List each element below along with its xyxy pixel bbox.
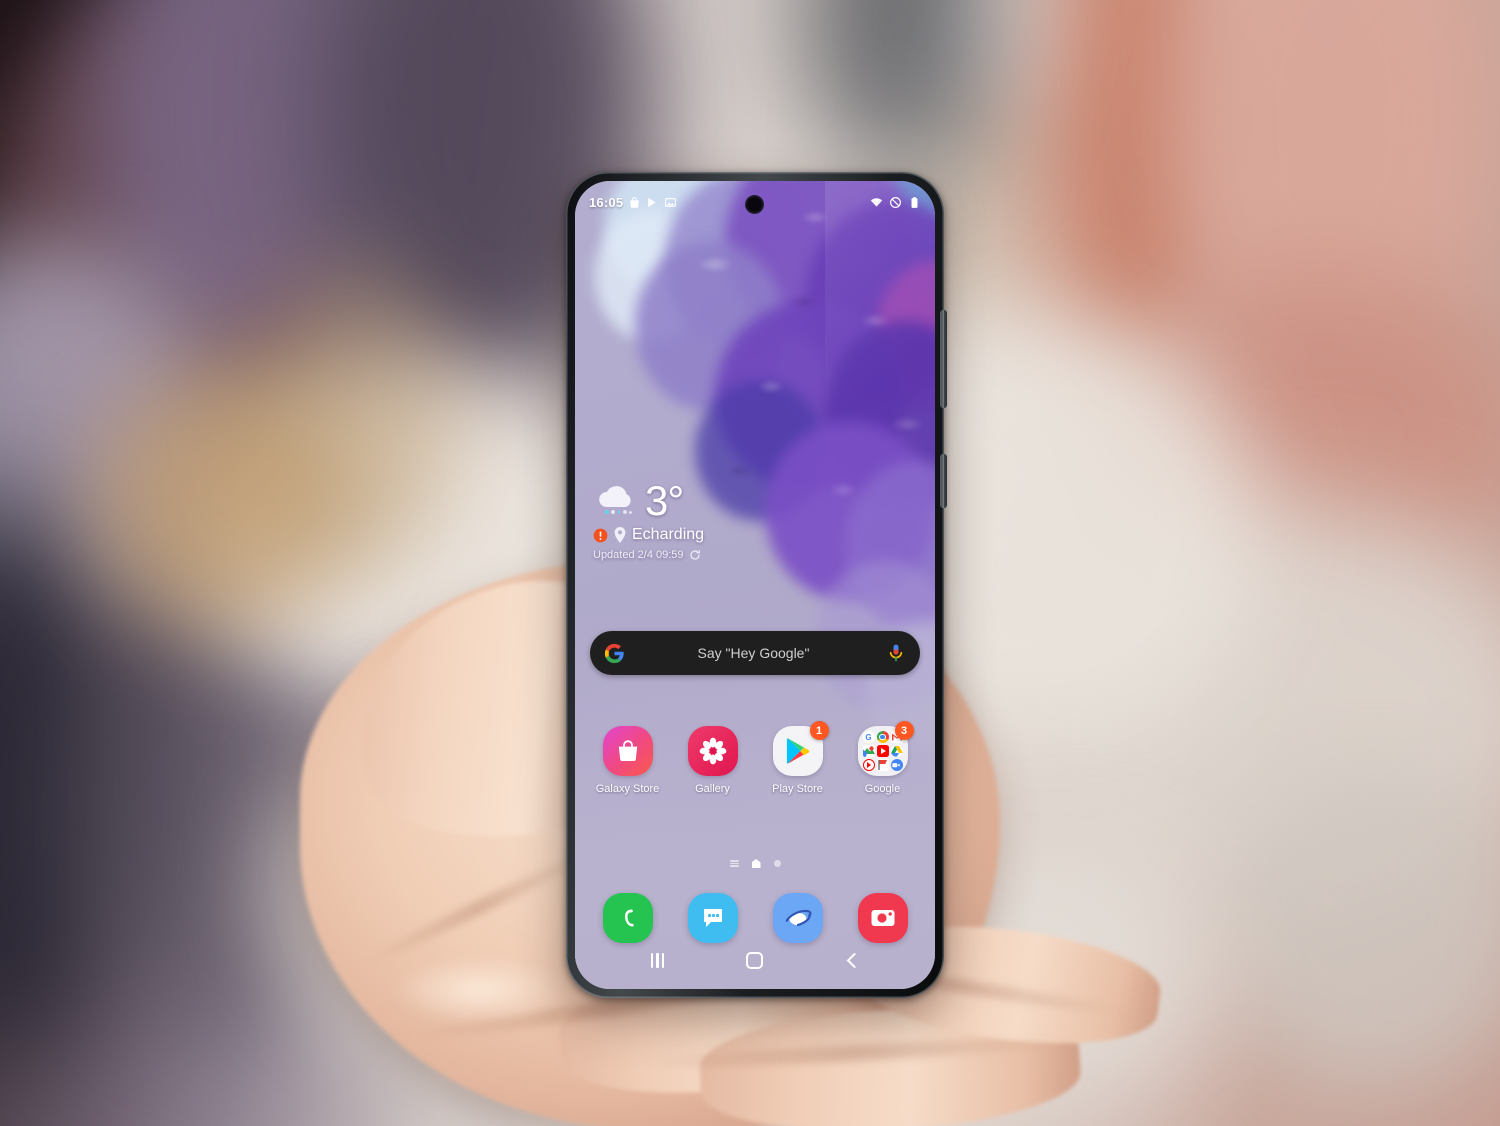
mute-icon — [890, 196, 901, 208]
app-gallery[interactable]: Gallery — [676, 726, 750, 795]
app-google-folder[interactable]: 3 G Google — [846, 721, 920, 795]
app-galaxy-store[interactable]: Galaxy Store — [591, 726, 665, 795]
dock-row — [585, 893, 925, 943]
weather-updated-text: Updated 2/4 09:59 — [593, 549, 684, 561]
mini-icon-chrome — [876, 731, 889, 743]
mini-icon-duo — [890, 759, 903, 771]
home-button[interactable] — [735, 947, 775, 973]
mini-icon-youtube — [876, 745, 889, 757]
smartphone-device: 16:05 3° Echarding Updated 2/4 09:59 Say… — [566, 172, 947, 998]
app-label: Galaxy Store — [595, 783, 660, 795]
dock-messages-app[interactable] — [687, 893, 738, 943]
power-button[interactable] — [940, 454, 947, 508]
status-bar-right — [870, 196, 921, 209]
search-hint-text: Say "Hey Google" — [697, 645, 810, 661]
back-button[interactable] — [832, 947, 872, 973]
refresh-icon[interactable] — [689, 549, 701, 561]
galaxy-store-notification-icon — [630, 196, 640, 208]
microphone-icon[interactable] — [886, 643, 906, 663]
google-search-bar[interactable]: Say "Hey Google" — [590, 631, 920, 675]
app-label: Play Store — [772, 783, 823, 795]
weather-updated-row: Updated 2/4 09:59 — [593, 549, 704, 561]
page-dot-apps-icon[interactable] — [729, 860, 739, 867]
mini-icon-youtube-music — [862, 759, 875, 771]
recents-icon — [651, 952, 665, 968]
status-bar: 16:05 — [575, 191, 935, 213]
weather-widget[interactable]: 3° Echarding Updated 2/4 09:59 — [593, 477, 704, 561]
home-icon — [746, 951, 764, 969]
cloud-rain-icon — [599, 486, 632, 514]
dock-camera-app[interactable] — [857, 893, 908, 943]
page-dot[interactable] — [773, 860, 781, 867]
weather-location-row: Echarding — [593, 526, 704, 544]
location-pin-icon — [614, 527, 626, 543]
back-icon — [846, 952, 863, 968]
status-bar-left: 16:05 — [589, 195, 677, 210]
knuckle-highlight — [390, 955, 570, 1025]
camera-icon — [871, 910, 894, 926]
mini-icon-google-search: G — [862, 731, 875, 743]
dock-internet-app[interactable] — [772, 893, 823, 943]
app-label: Google — [864, 783, 901, 795]
notification-badge: 1 — [809, 721, 829, 740]
mini-icon-play-movies — [876, 759, 889, 771]
weather-temperature: 3° — [645, 477, 684, 525]
weather-main-row: 3° — [593, 477, 704, 525]
navigation-bar — [575, 943, 935, 977]
recents-button[interactable] — [638, 947, 678, 973]
page-indicator[interactable] — [575, 859, 935, 868]
volume-rocker-button[interactable] — [940, 310, 947, 408]
mini-icon-drive — [890, 745, 903, 757]
home-page-icon[interactable] — [751, 859, 761, 868]
play-store-notification-icon — [648, 197, 656, 207]
messages-icon — [703, 909, 722, 927]
mini-icon-maps — [862, 745, 875, 757]
google-g-icon — [604, 643, 624, 663]
app-play-store[interactable]: 1 Play Store — [761, 721, 835, 795]
phone-screen[interactable]: 16:05 3° Echarding Updated 2/4 09:59 Say… — [575, 181, 935, 989]
status-bar-clock: 16:05 — [589, 194, 624, 210]
app-grid-row: Galaxy Store Gallery 1 Play Store 3 G Go… — [585, 721, 925, 795]
app-label: Gallery — [695, 783, 730, 795]
battery-icon — [911, 196, 918, 208]
weather-alert-icon — [593, 528, 608, 542]
phone-icon — [624, 909, 634, 927]
notification-badge: 3 — [894, 721, 914, 740]
gallery-notification-icon — [665, 197, 677, 207]
weather-location-name: Echarding — [632, 526, 705, 543]
internet-icon — [785, 909, 812, 927]
shopping-bag-icon — [602, 726, 653, 776]
dock-phone-app[interactable] — [602, 893, 653, 943]
wifi-icon — [870, 197, 883, 207]
flower-icon — [687, 726, 738, 776]
